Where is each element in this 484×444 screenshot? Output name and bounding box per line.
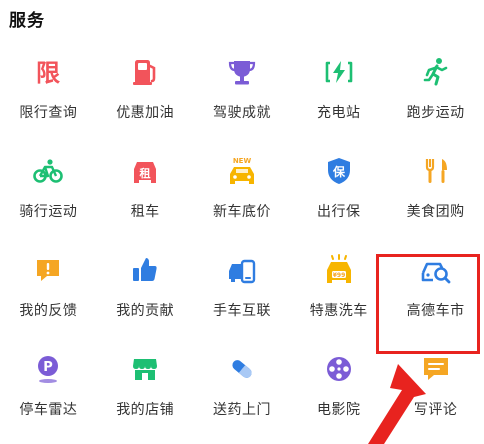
service-label: 美食团购 xyxy=(406,204,465,220)
bicycle-icon xyxy=(30,153,66,189)
service-label: 出行保 xyxy=(317,204,361,220)
service-restriction-query[interactable]: 限 限行查询 xyxy=(0,48,97,147)
service-label: 骑行运动 xyxy=(19,204,78,220)
service-label: 新车底价 xyxy=(212,204,271,220)
service-amap-car-market[interactable]: 高德车市 xyxy=(387,246,484,345)
service-parking-radar[interactable]: P 停车雷达 xyxy=(0,345,97,444)
store-icon xyxy=(127,351,163,387)
service-new-car-price[interactable]: NEW 新车底价 xyxy=(194,147,291,246)
service-label: 限行查询 xyxy=(19,105,78,121)
restriction-icon: 限 xyxy=(30,54,66,90)
trophy-icon xyxy=(224,54,260,90)
running-icon xyxy=(418,54,454,90)
parking-icon: P xyxy=(30,351,66,387)
thumbs-up-icon xyxy=(127,252,163,288)
service-label: 优惠加油 xyxy=(116,105,175,121)
service-label: 手车互联 xyxy=(212,303,271,319)
service-car-rental[interactable]: 租 租车 xyxy=(97,147,194,246)
service-car-wash[interactable]: ¥99 特惠洗车 xyxy=(290,246,387,345)
svg-text:P: P xyxy=(44,360,54,375)
service-label: 我的反馈 xyxy=(19,303,78,319)
car-search-icon xyxy=(418,252,454,288)
svg-text:保: 保 xyxy=(332,164,346,179)
service-label: 停车雷达 xyxy=(19,402,78,418)
comment-icon xyxy=(418,351,454,387)
service-label: 我的贡献 xyxy=(116,303,175,319)
service-label: 高德车市 xyxy=(406,303,465,319)
feedback-icon xyxy=(30,252,66,288)
service-label: 跑步运动 xyxy=(406,105,465,121)
service-label: 特惠洗车 xyxy=(309,303,368,319)
service-phone-car-link[interactable]: 手车互联 xyxy=(194,246,291,345)
new-car-icon: NEW xyxy=(224,153,260,189)
fuel-pump-icon xyxy=(127,54,163,90)
service-my-contribution[interactable]: 我的贡献 xyxy=(97,246,194,345)
service-driving-achievement[interactable]: 驾驶成就 xyxy=(194,48,291,147)
service-charging-station[interactable]: 充电站 xyxy=(290,48,387,147)
svg-text:限: 限 xyxy=(36,59,60,87)
service-cinema[interactable]: 电影院 xyxy=(290,345,387,444)
service-fuel-discount[interactable]: 优惠加油 xyxy=(97,48,194,147)
service-label: 充电站 xyxy=(317,105,361,121)
service-grid: 限 限行查询 优惠加油 驾驶成就 充电站 跑步运动 骑行运动 租 租车 NEW … xyxy=(0,48,484,444)
service-food-deals[interactable]: 美食团购 xyxy=(387,147,484,246)
svg-text:租: 租 xyxy=(140,167,151,180)
service-travel-insurance[interactable]: 保 出行保 xyxy=(290,147,387,246)
service-label: 电影院 xyxy=(317,402,361,418)
film-reel-icon xyxy=(321,351,357,387)
svg-text:¥99: ¥99 xyxy=(333,272,346,279)
section-title: 服务 xyxy=(9,11,45,31)
shield-icon: 保 xyxy=(321,153,357,189)
service-label: 送药上门 xyxy=(212,402,271,418)
service-label: 写评论 xyxy=(413,402,458,418)
phone-car-icon xyxy=(224,252,260,288)
svg-text:NEW: NEW xyxy=(233,157,252,165)
service-cycling[interactable]: 骑行运动 xyxy=(0,147,97,246)
car-wash-icon: ¥99 xyxy=(321,252,357,288)
rental-car-icon: 租 xyxy=(127,153,163,189)
service-write-review[interactable]: 写评论 xyxy=(387,345,484,444)
pill-icon xyxy=(224,351,260,387)
service-running[interactable]: 跑步运动 xyxy=(387,48,484,147)
food-icon xyxy=(418,153,454,189)
service-label: 租车 xyxy=(130,204,160,220)
charging-icon xyxy=(321,54,357,90)
service-label: 我的店铺 xyxy=(116,402,175,418)
service-my-store[interactable]: 我的店铺 xyxy=(97,345,194,444)
service-my-feedback[interactable]: 我的反馈 xyxy=(0,246,97,345)
service-medicine-delivery[interactable]: 送药上门 xyxy=(194,345,291,444)
service-label: 驾驶成就 xyxy=(212,105,271,121)
